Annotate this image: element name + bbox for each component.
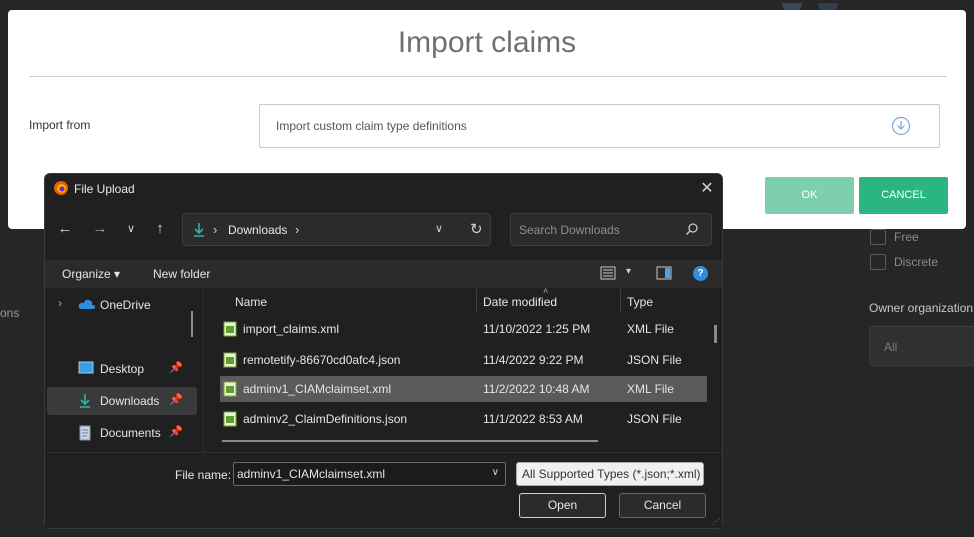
file-list: Name ˄ Date modified Type import_claims.… bbox=[204, 286, 722, 452]
file-date: 11/10/2022 1:25 PM bbox=[483, 322, 591, 336]
file-name-value: adminv1_CIAMclaimset.xml bbox=[237, 467, 386, 481]
nav-item-desktop[interactable]: Desktop 📌 bbox=[47, 355, 197, 383]
file-name: adminv1_CIAMclaimset.xml bbox=[243, 382, 392, 396]
resize-grip-icon[interactable]: ⋰ bbox=[712, 517, 720, 526]
address-dropdown-icon[interactable]: ∨ bbox=[435, 222, 443, 235]
owner-organization-select[interactable]: All bbox=[869, 326, 974, 366]
import-from-label: Import from bbox=[29, 118, 91, 132]
ok-button[interactable]: OK bbox=[765, 177, 854, 214]
column-header-date[interactable]: Date modified bbox=[483, 295, 557, 309]
file-type: JSON File bbox=[627, 353, 682, 367]
modal-divider bbox=[29, 76, 947, 77]
new-folder-button[interactable]: New folder bbox=[153, 267, 210, 281]
search-input[interactable]: Search Downloads bbox=[510, 213, 712, 246]
pin-icon[interactable]: 📌 bbox=[169, 361, 183, 374]
organize-button[interactable]: Organize ▾ bbox=[62, 267, 120, 281]
search-placeholder: Search Downloads bbox=[519, 223, 620, 237]
nav-item-label: Downloads bbox=[100, 394, 160, 408]
import-from-select[interactable]: Import custom claim type definitions bbox=[259, 104, 940, 148]
file-icon bbox=[223, 321, 237, 340]
navigation-pane: › OneDrive Desktop 📌 Downloads 📌 Documen bbox=[45, 288, 203, 452]
breadcrumb-downloads[interactable]: Downloads bbox=[228, 223, 287, 237]
import-from-value: Import custom claim type definitions bbox=[276, 119, 467, 133]
file-row[interactable]: adminv2_ClaimDefinitions.json 11/1/2022 … bbox=[218, 406, 706, 432]
column-header-type[interactable]: Type bbox=[627, 295, 653, 309]
navigation-scrollbar[interactable] bbox=[191, 311, 193, 337]
file-upload-dialog: File Upload ✕ ← → ∨ ↑ › Downloads › ∨ ↻ … bbox=[44, 173, 723, 529]
breadcrumb-chevron-icon: › bbox=[213, 222, 218, 237]
forward-arrow-icon[interactable]: → bbox=[91, 220, 109, 238]
expand-chevron-icon[interactable]: › bbox=[58, 296, 62, 310]
pin-icon[interactable]: 📌 bbox=[169, 425, 183, 438]
owner-organization-value: All bbox=[884, 340, 898, 354]
file-date: 11/1/2022 8:53 AM bbox=[483, 412, 583, 426]
nav-item-downloads[interactable]: Downloads 📌 bbox=[47, 387, 197, 415]
nav-item-documents[interactable]: Documents 📌 bbox=[47, 419, 197, 447]
horizontal-scrollbar[interactable] bbox=[222, 440, 598, 442]
file-type: XML File bbox=[627, 322, 674, 336]
firefox-icon bbox=[53, 180, 69, 196]
file-icon bbox=[223, 411, 237, 430]
nav-item-label: Desktop bbox=[100, 362, 145, 376]
free-label: Free bbox=[894, 230, 919, 244]
file-type-value: All Supported Types (*.json;*.xml) bbox=[522, 467, 701, 481]
column-separator[interactable] bbox=[476, 289, 477, 313]
view-dropdown-icon[interactable]: ▾ bbox=[626, 266, 631, 277]
nav-item-label: Documents bbox=[100, 426, 161, 440]
close-icon[interactable]: ✕ bbox=[700, 178, 714, 197]
column-separator[interactable] bbox=[620, 289, 621, 313]
cancel-button[interactable]: CANCEL bbox=[859, 177, 948, 214]
file-name-input[interactable]: adminv1_CIAMclaimset.xml ∨ bbox=[233, 462, 506, 486]
address-bar[interactable]: › Downloads › ∨ ↻ bbox=[182, 213, 491, 246]
file-name: import_claims.xml bbox=[243, 322, 340, 336]
view-list-icon[interactable] bbox=[600, 266, 616, 283]
dialog-footer: File name: adminv1_CIAMclaimset.xml ∨ Al… bbox=[45, 452, 722, 528]
file-name-dropdown-icon[interactable]: ∨ bbox=[492, 467, 499, 478]
file-type-select[interactable]: All Supported Types (*.json;*.xml) bbox=[516, 462, 704, 486]
back-arrow-icon[interactable]: ← bbox=[56, 220, 74, 238]
nav-item-onedrive[interactable]: › OneDrive bbox=[47, 291, 197, 319]
vertical-scrollbar[interactable] bbox=[714, 325, 717, 343]
nav-item-label: OneDrive bbox=[100, 298, 151, 312]
background-left-text: ons bbox=[0, 306, 20, 320]
file-row[interactable]: remotetify-86670cd0afc4.json 11/4/2022 9… bbox=[218, 347, 706, 373]
file-name-label: File name: bbox=[175, 468, 232, 482]
open-button[interactable]: Open bbox=[519, 493, 606, 518]
file-type: XML File bbox=[627, 382, 674, 396]
free-checkbox[interactable] bbox=[870, 229, 886, 245]
preview-pane-icon[interactable] bbox=[656, 266, 672, 283]
file-date: 11/4/2022 9:22 PM bbox=[483, 353, 584, 367]
help-icon[interactable]: ? bbox=[693, 266, 708, 281]
discrete-checkbox[interactable] bbox=[870, 254, 886, 270]
up-arrow-icon[interactable]: ↑ bbox=[151, 220, 169, 238]
dialog-toolbar: Organize ▾ New folder ▾ ? bbox=[45, 260, 722, 288]
cloud-icon bbox=[78, 297, 96, 314]
file-icon bbox=[223, 352, 237, 371]
download-arrow-icon bbox=[192, 222, 206, 241]
file-icon bbox=[223, 381, 237, 400]
pin-icon[interactable]: 📌 bbox=[169, 393, 183, 406]
file-row[interactable]: import_claims.xml 11/10/2022 1:25 PM XML… bbox=[218, 316, 706, 342]
refresh-icon[interactable]: ↻ bbox=[470, 220, 483, 238]
organize-label: Organize bbox=[62, 267, 111, 281]
dialog-title: File Upload bbox=[74, 182, 135, 196]
file-name: adminv2_ClaimDefinitions.json bbox=[243, 412, 408, 426]
desktop-icon bbox=[78, 361, 94, 378]
download-icon bbox=[78, 393, 92, 412]
column-header-name[interactable]: Name bbox=[235, 295, 267, 309]
documents-icon bbox=[78, 425, 92, 444]
file-row-selected[interactable]: adminv1_CIAMclaimset.xml 11/2/2022 10:48… bbox=[220, 376, 707, 402]
modal-title: Import claims bbox=[397, 26, 577, 59]
breadcrumb-chevron-icon: › bbox=[295, 222, 300, 237]
recent-locations-chevron-icon[interactable]: ∨ bbox=[122, 220, 140, 238]
owner-organization-label: Owner organization bbox=[869, 301, 974, 315]
file-date: 11/2/2022 10:48 AM bbox=[483, 382, 590, 396]
file-type: JSON File bbox=[627, 412, 682, 426]
dialog-cancel-button[interactable]: Cancel bbox=[619, 493, 706, 518]
background-header-fragment bbox=[770, 0, 860, 13]
discrete-label: Discrete bbox=[894, 255, 939, 269]
file-name: remotetify-86670cd0afc4.json bbox=[243, 353, 401, 367]
download-circle-icon[interactable] bbox=[891, 116, 911, 136]
search-icon[interactable] bbox=[685, 222, 699, 239]
